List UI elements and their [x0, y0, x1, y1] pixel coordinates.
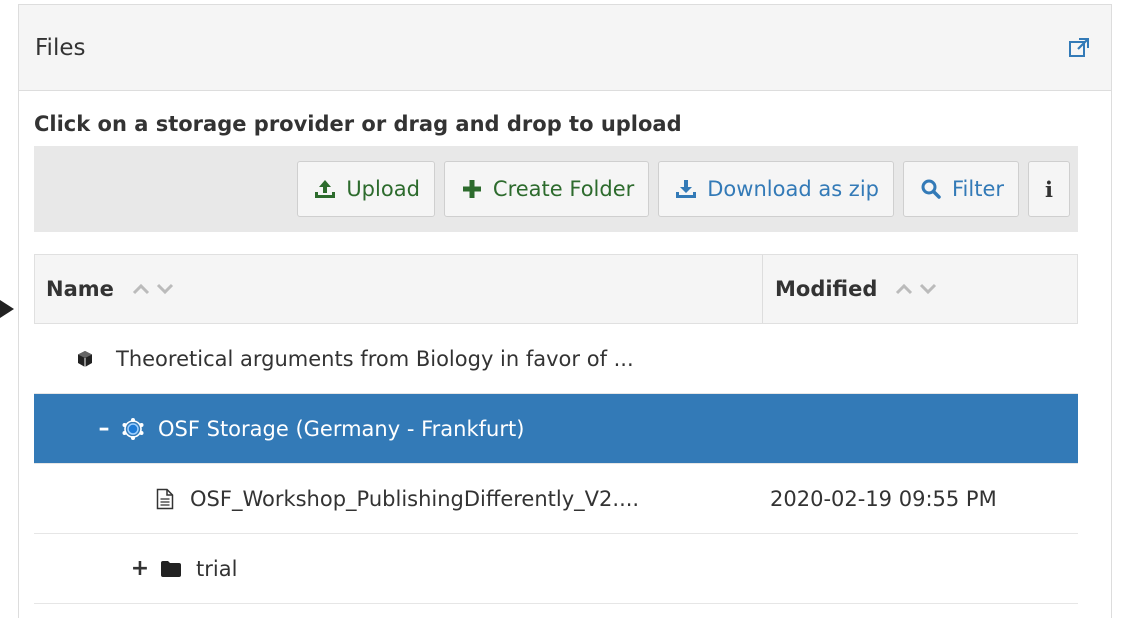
- upload-icon: [312, 176, 338, 202]
- row-name-cell: – OSF Storage (Germany - Frankfurt): [34, 416, 774, 442]
- expand-toggle[interactable]: +: [130, 556, 150, 581]
- file-grid: Name Modified Theoretical arguments from…: [34, 254, 1078, 604]
- name-sort-controls: [132, 283, 174, 295]
- upload-label: Upload: [346, 177, 420, 201]
- info-button[interactable]: i: [1028, 161, 1070, 217]
- modified-column-header[interactable]: Modified: [763, 255, 1077, 323]
- file-icon: [152, 486, 178, 512]
- download-icon: [673, 176, 699, 202]
- info-icon: i: [1045, 176, 1053, 202]
- upload-button[interactable]: Upload: [297, 161, 435, 217]
- storage-icon: [120, 416, 146, 442]
- pointer-arrow-icon: [0, 300, 14, 318]
- plus-icon: [459, 176, 485, 202]
- folder-row[interactable]: + trial: [34, 534, 1078, 604]
- modified-column-label: Modified: [775, 277, 878, 301]
- file-toolbar: Upload Create Folder Download as zip Fil…: [34, 146, 1078, 232]
- row-name-cell: OSF_Workshop_PublishingDifferently_V2...…: [34, 486, 774, 512]
- download-zip-button[interactable]: Download as zip: [658, 161, 894, 217]
- name-column-label: Name: [46, 277, 114, 301]
- row-name: trial: [196, 556, 238, 581]
- download-zip-label: Download as zip: [707, 177, 879, 201]
- create-folder-label: Create Folder: [492, 177, 635, 201]
- panel-title: Files: [35, 34, 86, 61]
- row-name-cell: + trial: [34, 556, 774, 582]
- row-name: OSF_Workshop_PublishingDifferently_V2...…: [190, 486, 640, 511]
- modified-sort-controls: [895, 283, 937, 295]
- name-column-header[interactable]: Name: [35, 255, 763, 323]
- filter-button[interactable]: Filter: [903, 161, 1020, 217]
- project-row[interactable]: Theoretical arguments from Biology in fa…: [34, 324, 1078, 394]
- row-name: OSF Storage (Germany - Frankfurt): [158, 416, 525, 441]
- sort-ascending-icon[interactable]: [132, 283, 150, 295]
- folder-icon: [158, 556, 184, 582]
- storage-row[interactable]: – OSF Storage (Germany - Frankfurt): [34, 394, 1078, 464]
- upload-instructions: Click on a storage provider or drag and …: [34, 112, 682, 136]
- create-folder-button[interactable]: Create Folder: [443, 161, 650, 217]
- cube-icon: [72, 346, 98, 372]
- sort-ascending-icon[interactable]: [895, 283, 913, 295]
- grid-header: Name Modified: [34, 254, 1078, 324]
- sort-descending-icon[interactable]: [919, 283, 937, 295]
- panel-header: Files: [19, 5, 1111, 91]
- sort-descending-icon[interactable]: [156, 283, 174, 295]
- row-modified: 2020-02-19 09:55 PM: [770, 486, 997, 511]
- collapse-toggle[interactable]: –: [94, 416, 114, 441]
- search-icon: [918, 176, 944, 202]
- external-link-icon[interactable]: [1065, 34, 1093, 62]
- row-name: Theoretical arguments from Biology in fa…: [116, 346, 634, 371]
- filter-label: Filter: [952, 177, 1005, 201]
- file-row[interactable]: OSF_Workshop_PublishingDifferently_V2...…: [34, 464, 1078, 534]
- row-name-cell: Theoretical arguments from Biology in fa…: [34, 346, 774, 372]
